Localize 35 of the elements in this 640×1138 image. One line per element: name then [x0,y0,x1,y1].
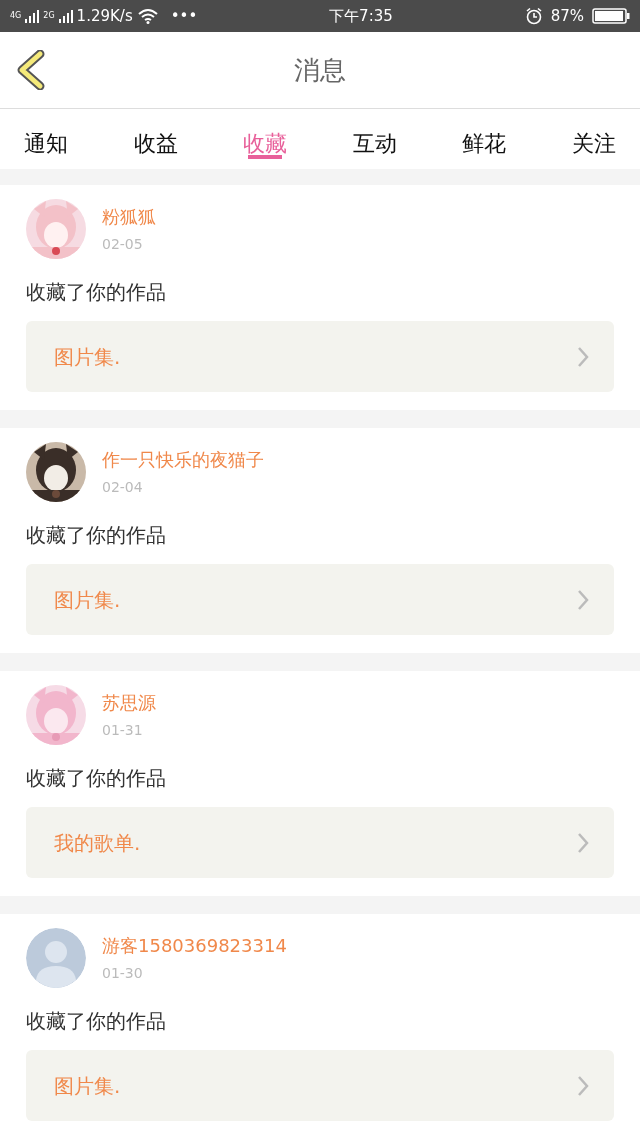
collection-link[interactable]: 图片集. [26,321,614,392]
signal-icon [58,9,73,23]
tab[interactable]: 鲜花 [456,109,513,169]
page-title: 消息 [294,53,346,87]
collection-link[interactable]: 图片集. [26,1050,614,1121]
tab[interactable]: 收藏 [237,109,294,169]
message-date: 01-30 [102,964,144,983]
user-name[interactable]: 苏思源 [102,689,156,716]
tab[interactable]: 互动 [346,109,403,169]
battery-level: 87% [550,5,584,27]
collection-link[interactable]: 我的歌单. [26,807,614,878]
signal-icon [25,9,40,23]
message-text: 收藏了你的作品 [26,765,167,792]
avatar-icon [26,928,86,988]
alarm-icon [524,7,543,25]
message-date: 01-31 [102,721,144,740]
wifi-icon [136,8,159,24]
tab[interactable]: 关注 [565,109,622,169]
battery-icon [592,7,630,25]
collection-link[interactable]: 图片集. [26,564,614,635]
network-label: 4G [10,12,22,20]
tab[interactable]: 收益 [127,109,184,169]
message-text: 收藏了你的作品 [26,522,167,549]
network-label: 2G [43,12,55,20]
user-name[interactable]: 游客1580369823314 [102,932,287,959]
user-name[interactable]: 作一只快乐的夜猫子 [102,446,264,473]
network-speed: 1.29K/s [76,5,133,27]
message-text: 收藏了你的作品 [26,1008,167,1035]
user-name[interactable]: 粉狐狐 [102,203,156,230]
message-date: 02-05 [102,235,144,254]
message-date: 02-04 [102,478,144,497]
message-text: 收藏了你的作品 [26,279,167,306]
tab[interactable]: 通知 [18,109,74,169]
status-time: 下午7:35 [329,6,393,25]
more-indicator: ••• [170,5,198,27]
